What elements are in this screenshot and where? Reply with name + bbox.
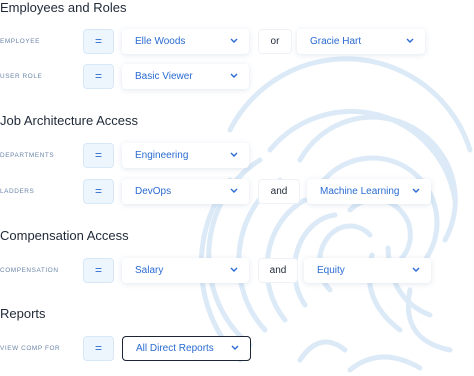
chevron-down-icon xyxy=(406,38,414,43)
chevron-down-icon xyxy=(230,267,238,272)
employee-operator[interactable]: = xyxy=(83,29,114,54)
user-role-select-value: Basic Viewer xyxy=(135,71,193,82)
employee-select-1-value: Elle Woods xyxy=(135,36,186,47)
user-role-select[interactable]: Basic Viewer xyxy=(122,64,249,89)
compensation-operator[interactable]: = xyxy=(83,258,114,283)
user-role-label: USER ROLE xyxy=(0,73,43,80)
section-heading-employees: Employees and Roles xyxy=(0,0,127,15)
chevron-down-icon xyxy=(230,188,238,193)
compensation-label: COMPENSATION xyxy=(0,267,59,274)
employee-select-2-value: Gracie Hart xyxy=(310,36,362,47)
departments-operator[interactable]: = xyxy=(83,143,114,168)
departments-select[interactable]: Engineering xyxy=(122,143,249,168)
employee-select-1[interactable]: Elle Woods xyxy=(122,29,249,54)
chevron-down-icon xyxy=(230,73,238,78)
ladders-select-2[interactable]: Machine Learning xyxy=(307,179,431,204)
chevron-down-icon xyxy=(230,152,238,157)
section-heading-compensation: Compensation Access xyxy=(0,228,129,243)
section-heading-job-architecture: Job Architecture Access xyxy=(0,113,139,128)
view-comp-for-select-value: All Direct Reports xyxy=(136,343,214,354)
departments-select-value: Engineering xyxy=(135,150,189,161)
ladders-conjunction: and xyxy=(258,179,300,204)
view-comp-for-label: VIEW COMP FOR xyxy=(0,345,61,352)
ladders-operator[interactable]: = xyxy=(83,179,114,204)
user-role-operator[interactable]: = xyxy=(83,64,114,89)
compensation-select-1[interactable]: Salary xyxy=(122,258,249,283)
chevron-down-icon xyxy=(412,188,420,193)
ladders-select-2-value: Machine Learning xyxy=(320,186,400,197)
chevron-down-icon xyxy=(230,38,238,43)
employee-conjunction: or xyxy=(258,29,292,54)
compensation-select-2-value: Equity xyxy=(317,265,345,276)
compensation-select-1-value: Salary xyxy=(135,265,164,276)
section-heading-reports: Reports xyxy=(0,306,46,321)
ladders-label: LADDERS xyxy=(0,188,35,195)
employee-label: EMPLOYEE xyxy=(0,38,40,45)
view-comp-for-operator[interactable]: = xyxy=(83,336,114,361)
chevron-down-icon xyxy=(231,345,239,350)
compensation-conjunction: and xyxy=(258,258,298,283)
employee-select-2[interactable]: Gracie Hart xyxy=(297,29,425,54)
ladders-select-1[interactable]: DevOps xyxy=(122,179,249,204)
chevron-down-icon xyxy=(412,267,420,272)
view-comp-for-select[interactable]: All Direct Reports xyxy=(122,336,251,361)
ladders-select-1-value: DevOps xyxy=(135,186,172,197)
departments-label: DEPARTMENTS xyxy=(0,152,55,159)
compensation-select-2[interactable]: Equity xyxy=(304,258,431,283)
